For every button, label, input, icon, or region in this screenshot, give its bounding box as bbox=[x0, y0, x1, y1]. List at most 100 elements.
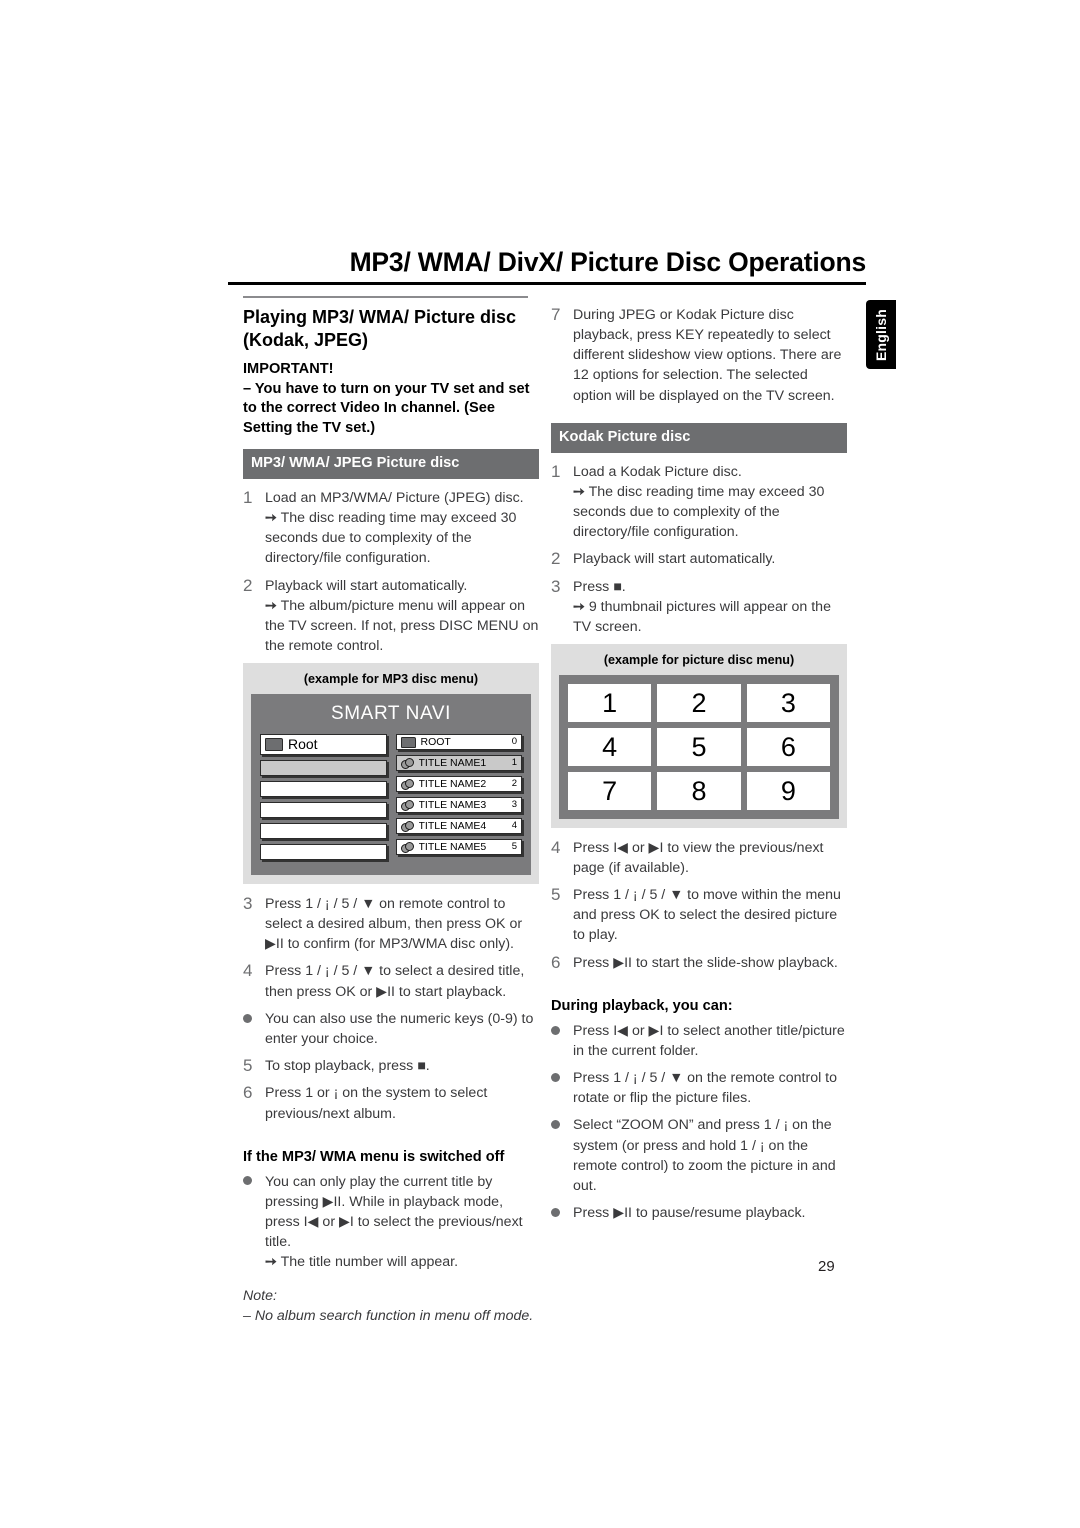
title-list-item[interactable]: TITLE NAME2 2 bbox=[395, 776, 522, 792]
title-list-item[interactable]: TITLE NAME1 1 bbox=[395, 755, 522, 771]
folder-icon bbox=[400, 736, 416, 748]
step-text: Playback will start automatically. bbox=[573, 551, 776, 568]
step-item: 6 Press ▶II to start the slide-show play… bbox=[551, 953, 847, 973]
language-tab-label: English bbox=[873, 308, 889, 361]
step-text: Press I◀ or ▶I to view the previous/next… bbox=[573, 839, 824, 877]
step-item: 4 Press 1 / ¡ / 5 / ▼ to select a desire… bbox=[243, 961, 539, 1001]
album-list-item[interactable] bbox=[260, 844, 387, 860]
folder-icon bbox=[265, 738, 283, 751]
bullet-item: Press I◀ or ▶I to select another title/p… bbox=[551, 1021, 847, 1061]
title-list: ROOT 0 TITLE NAME1 1 TITLE NAME2 2 TITLE… bbox=[395, 734, 522, 865]
step-text: Load an MP3/WMA/ Picture (JPEG) disc. bbox=[265, 489, 524, 506]
section-divider bbox=[243, 296, 528, 298]
smart-navi-screen: SMART NAVI Root ROOT 0 TITLE NAME1 1 TIT… bbox=[251, 694, 531, 875]
step-item: 5 To stop playback, press ■. bbox=[243, 1056, 539, 1076]
bullet-text: Press I◀ or ▶I to select another title/p… bbox=[573, 1022, 845, 1059]
manual-page: MP3/ WMA/ DivX/ Picture Disc Operations … bbox=[0, 0, 1080, 1528]
thumbnail-cell[interactable]: 1 bbox=[568, 683, 652, 722]
title-label: TITLE NAME3 bbox=[418, 798, 487, 811]
bullet-subtext: The title number will appear. bbox=[280, 1254, 459, 1271]
bullet-item: Select “ZOOM ON” and press 1 / ¡ on the … bbox=[551, 1115, 847, 1196]
album-list-item[interactable] bbox=[260, 802, 387, 818]
thumbnail-cell[interactable]: 7 bbox=[568, 771, 652, 810]
bullet-text: Press ▶II to pause/resume playback. bbox=[573, 1205, 806, 1221]
disc-icon bbox=[400, 799, 414, 811]
arrow-icon: ➙ bbox=[573, 598, 585, 615]
arrow-icon: ➙ bbox=[265, 597, 277, 614]
step-text: Press 1 / ¡ / 5 / ▼ to select a desired … bbox=[265, 963, 525, 1000]
disc-icon bbox=[400, 841, 414, 853]
page-header: MP3/ WMA/ DivX/ Picture Disc Operations bbox=[228, 247, 866, 286]
step-item: 7 During JPEG or Kodak Picture disc play… bbox=[551, 305, 847, 406]
album-list-item[interactable] bbox=[260, 781, 387, 797]
bullet-item: Press 1 / ¡ / 5 / ▼ on the remote contro… bbox=[551, 1068, 847, 1108]
step-subtext: 9 thumbnail pictures will appear on the … bbox=[573, 598, 831, 635]
step-text: Press ■. bbox=[573, 578, 626, 595]
arrow-icon: ➙ bbox=[265, 1254, 277, 1271]
title-label: TITLE NAME2 bbox=[418, 777, 487, 790]
step-item: 3 Press ■. ➙ 9 thumbnail pictures will a… bbox=[551, 577, 847, 637]
title-list-item[interactable]: TITLE NAME5 5 bbox=[395, 839, 522, 855]
thumbnail-cell[interactable]: 3 bbox=[746, 683, 830, 722]
thumbnail-cell[interactable]: 5 bbox=[657, 727, 741, 766]
page-number: 29 bbox=[818, 1258, 835, 1275]
album-list-item[interactable] bbox=[260, 760, 387, 776]
step-number: 4 bbox=[243, 961, 253, 981]
title-list-item[interactable]: TITLE NAME3 3 bbox=[395, 797, 522, 813]
important-label: IMPORTANT! bbox=[243, 361, 334, 377]
thumbnail-cell[interactable]: 6 bbox=[746, 727, 830, 766]
thumbnail-cell[interactable]: 8 bbox=[657, 771, 741, 810]
step-text: Load a Kodak Picture disc. bbox=[573, 463, 742, 480]
step-item: 5 Press 1 / ¡ / 5 / ▼ to move within the… bbox=[551, 885, 847, 945]
disc-icon bbox=[400, 757, 414, 769]
title-label: TITLE NAME1 bbox=[418, 756, 487, 769]
picture-menu-figure: (example for picture disc menu) 1 2 3 4 … bbox=[551, 643, 847, 828]
important-block: IMPORTANT! – You have to turn on your TV… bbox=[243, 360, 539, 438]
step-text: Press 1 or ¡ on the system to select pre… bbox=[265, 1085, 488, 1122]
thumbnail-grid: 1 2 3 4 5 6 7 8 9 bbox=[559, 674, 839, 819]
step-item: 3 Press 1 / ¡ / 5 / ▼ on remote control … bbox=[243, 894, 539, 954]
subheading-menu-off: If the MP3/ WMA menu is switched off bbox=[243, 1148, 505, 1165]
title-list-item[interactable]: TITLE NAME4 4 bbox=[395, 818, 522, 834]
bullet-text: Select “ZOOM ON” and press 1 / ¡ on the … bbox=[573, 1117, 836, 1194]
step-item: 2 Playback will start automatically. ➙ T… bbox=[243, 576, 539, 657]
step-number: 7 bbox=[551, 305, 561, 324]
thumbnail-cell[interactable]: 9 bbox=[746, 771, 830, 810]
step-text: Playback will start automatically. bbox=[265, 577, 468, 594]
bullet-item: Press ▶II to pause/resume playback. bbox=[551, 1203, 847, 1224]
step-item: 1 Load an MP3/WMA/ Picture (JPEG) disc. … bbox=[243, 488, 539, 569]
step-number: 5 bbox=[551, 885, 561, 905]
step-subtext: The disc reading time may exceed 30 seco… bbox=[265, 510, 517, 567]
step-item: 2 Playback will start automatically. bbox=[551, 549, 847, 569]
thumbnail-cell[interactable]: 2 bbox=[657, 683, 741, 722]
language-tab: English bbox=[866, 300, 896, 369]
step-number: 6 bbox=[243, 1083, 253, 1103]
bullet-dot-icon bbox=[243, 1009, 265, 1049]
album-label: Root bbox=[288, 735, 318, 752]
step-item: 4 Press I◀ or ▶I to view the previous/ne… bbox=[551, 838, 847, 878]
right-column: 7 During JPEG or Kodak Picture disc play… bbox=[551, 305, 847, 1231]
thumbnail-cell[interactable]: 4 bbox=[568, 727, 652, 766]
bullet-text: Press 1 / ¡ / 5 / ▼ on the remote contro… bbox=[573, 1070, 838, 1107]
title-list-item[interactable]: ROOT 0 bbox=[395, 734, 522, 750]
step-subtext: The album/picture menu will appear on th… bbox=[265, 597, 539, 654]
title-index: 5 bbox=[511, 841, 517, 853]
bullet-item: You can also use the numeric keys (0-9) … bbox=[243, 1009, 539, 1049]
title-label: TITLE NAME4 bbox=[418, 819, 487, 832]
bullet-item: You can only play the current title by p… bbox=[243, 1172, 539, 1273]
subsection-bar-mp3: MP3/ WMA/ JPEG Picture disc bbox=[243, 449, 539, 479]
step-number: 2 bbox=[551, 549, 561, 569]
bullet-dot-icon bbox=[551, 1021, 573, 1061]
step-text: Press 1 / ¡ / 5 / ▼ on remote control to… bbox=[265, 896, 523, 953]
album-list-item[interactable] bbox=[260, 823, 387, 839]
arrow-icon: ➙ bbox=[573, 483, 585, 500]
title-index: 1 bbox=[511, 757, 517, 769]
bullet-dot-icon bbox=[243, 1172, 265, 1273]
step-subtext: The disc reading time may exceed 30 seco… bbox=[573, 483, 825, 540]
step-number: 3 bbox=[243, 894, 253, 913]
arrow-icon: ➙ bbox=[265, 510, 277, 527]
album-list-item[interactable]: Root bbox=[260, 734, 387, 755]
step-text: Press ▶II to start the slide-show playba… bbox=[573, 954, 838, 971]
title-index: 2 bbox=[511, 778, 517, 790]
disc-icon bbox=[400, 778, 414, 790]
